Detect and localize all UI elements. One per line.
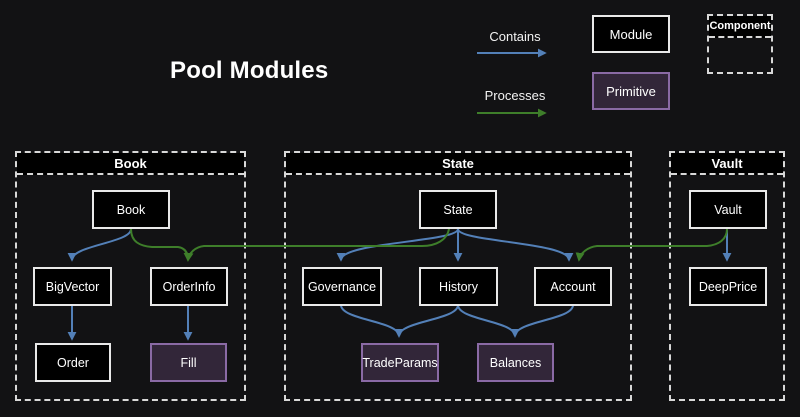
node-order: Order (35, 343, 111, 382)
node-fill: Fill (150, 343, 227, 382)
node-balances: Balances (477, 343, 554, 382)
legend-primitive-box: Primitive (592, 72, 670, 110)
legend-processes-label: Processes (477, 88, 553, 103)
legend-component-box: Component (707, 14, 773, 74)
node-history: History (419, 267, 498, 306)
node-vault: Vault (689, 190, 767, 229)
node-orderinfo-label: OrderInfo (163, 280, 216, 294)
node-balances-label: Balances (490, 356, 541, 370)
node-book: Book (92, 190, 170, 229)
diagram-title: Pool Modules (170, 57, 328, 85)
node-tradeparams: TradeParams (361, 343, 439, 382)
node-fill-label: Fill (181, 356, 197, 370)
node-governance: Governance (302, 267, 382, 306)
legend-contains-label: Contains (477, 29, 553, 44)
node-tradeparams-label: TradeParams (362, 356, 437, 370)
node-book-label: Book (117, 203, 146, 217)
node-account: Account (534, 267, 612, 306)
group-state-header: State (286, 153, 630, 175)
node-governance-label: Governance (308, 280, 376, 294)
legend-component-label: Component (709, 16, 771, 38)
node-bigvector: BigVector (33, 267, 112, 306)
node-deepprice: DeepPrice (689, 267, 767, 306)
group-vault-header: Vault (671, 153, 783, 175)
node-vault-label: Vault (714, 203, 742, 217)
group-book-header: Book (17, 153, 244, 175)
node-state-label: State (443, 203, 472, 217)
node-deepprice-label: DeepPrice (699, 280, 757, 294)
legend-module-box: Module (592, 15, 670, 53)
node-bigvector-label: BigVector (46, 280, 100, 294)
legend-primitive-label: Primitive (606, 84, 656, 99)
legend-module-label: Module (610, 27, 653, 42)
node-account-label: Account (550, 280, 595, 294)
diagram-canvas: Pool Modules Contains Processes Module P… (0, 0, 800, 417)
node-history-label: History (439, 280, 478, 294)
node-orderinfo: OrderInfo (150, 267, 228, 306)
node-order-label: Order (57, 356, 89, 370)
node-state: State (419, 190, 497, 229)
